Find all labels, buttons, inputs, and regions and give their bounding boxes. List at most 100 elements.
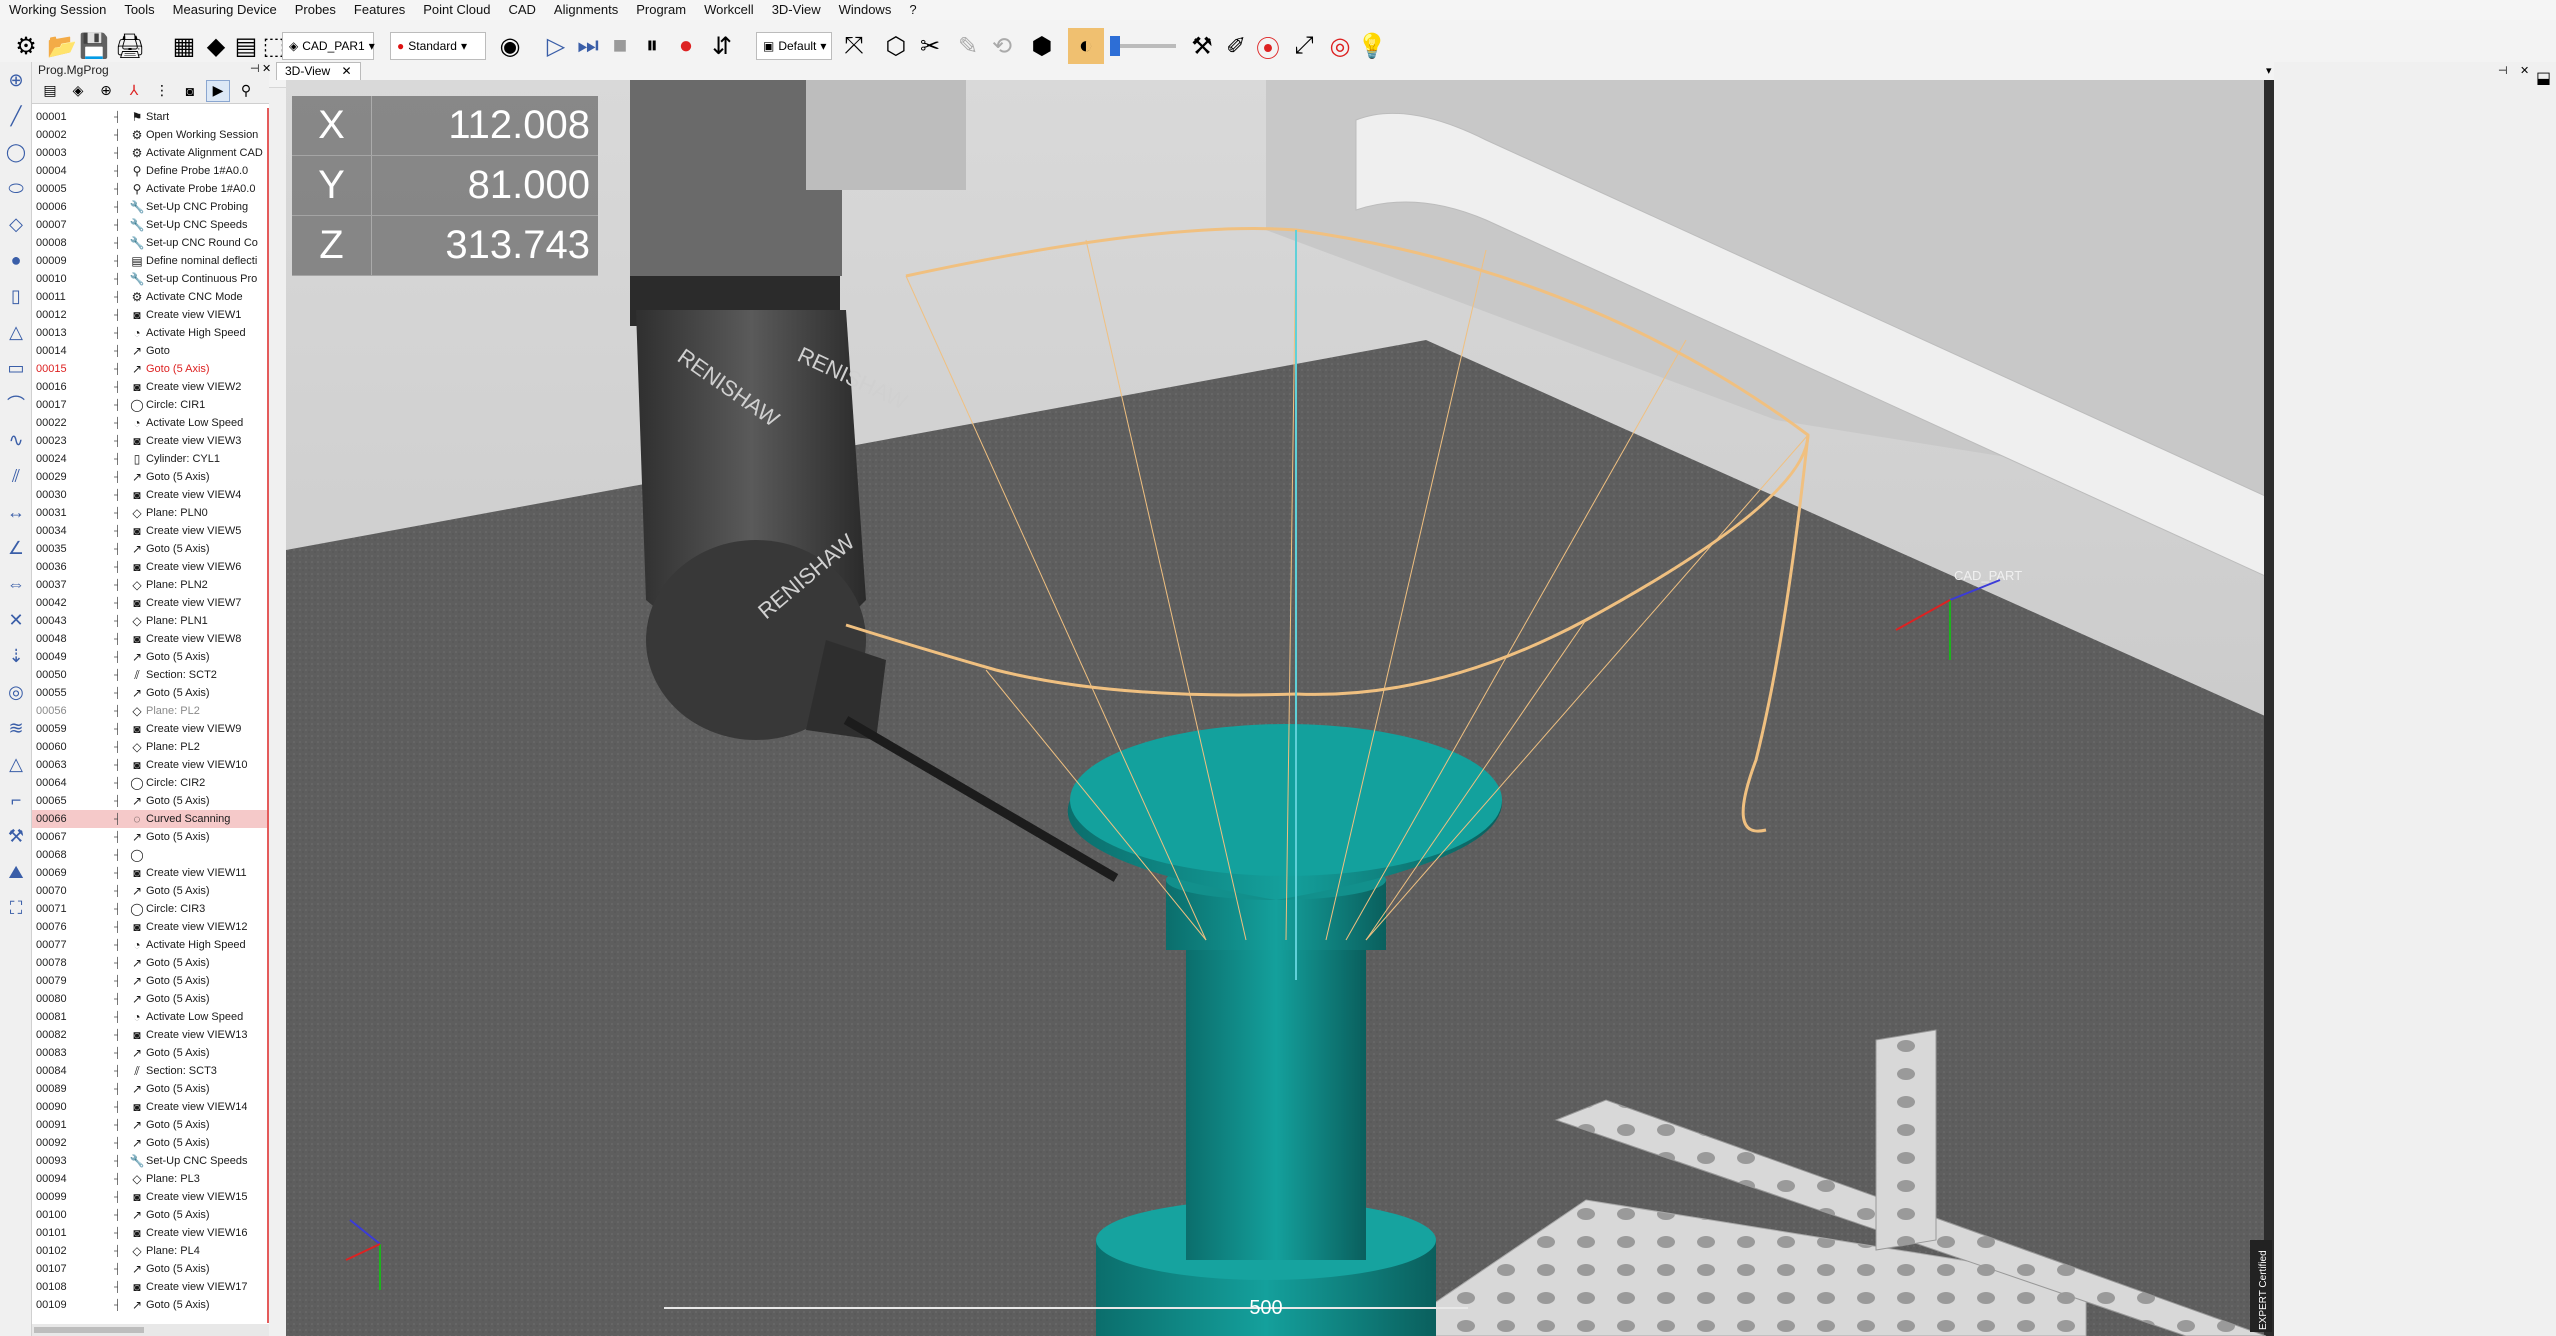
tab-program-icon[interactable]: ▤ <box>38 80 62 102</box>
axes-icon[interactable]: ⤧ <box>836 28 872 64</box>
program-row[interactable]: 00081 ┤ ◔ Activate Low Speed <box>32 1008 267 1026</box>
view-combo[interactable]: ▣ Default ▾ <box>756 32 832 60</box>
program-row[interactable]: 00109 ┤ ↗ Goto (5 Axis) <box>32 1296 267 1314</box>
program-row[interactable]: 00100 ┤ ↗ Goto (5 Axis) <box>32 1206 267 1224</box>
ellipse-icon[interactable]: ⬭ <box>0 170 32 206</box>
tab-cloud-icon[interactable]: ⋮ <box>150 80 174 102</box>
plane-icon[interactable]: ◇ <box>0 206 32 242</box>
program-row[interactable]: 00037 ┤ ◇ Plane: PLN2 <box>32 576 267 594</box>
cad-part-combo[interactable]: ◈ CAD_PAR1 ▾ <box>282 32 375 60</box>
program-row[interactable]: 00001 ┤ ⚑ Start <box>32 108 267 126</box>
surface-icon[interactable]: ⌒ <box>0 386 32 422</box>
torus-icon[interactable]: ◎ <box>0 674 32 710</box>
print-icon[interactable]: 🖨 <box>112 28 148 64</box>
edit-path-icon[interactable]: ✐ <box>1218 28 1254 64</box>
program-row[interactable]: 00077 ┤ ◔ Activate High Speed <box>32 936 267 954</box>
tab-3d-view[interactable]: 3D-View ✕ <box>276 62 361 80</box>
program-row[interactable]: 00080 ┤ ↗ Goto (5 Axis) <box>32 990 267 1008</box>
record-icon[interactable]: ● <box>668 28 704 64</box>
menu-item-6[interactable]: CAD <box>499 0 544 20</box>
section-icon[interactable]: ⫽ <box>0 458 32 494</box>
step-icon[interactable]: ⏭ <box>570 28 606 64</box>
head-icon[interactable]: ◐ <box>1068 28 1104 64</box>
program-row[interactable]: 00102 ┤ ◇ Plane: PL4 <box>32 1242 267 1260</box>
program-row[interactable]: 00091 ┤ ↗ Goto (5 Axis) <box>32 1116 267 1134</box>
program-row[interactable]: 00014 ┤ ↗ Goto <box>32 342 267 360</box>
panel-pin-icon[interactable]: ⊣ <box>250 62 260 75</box>
menu-item-11[interactable]: Windows <box>830 0 901 20</box>
scan-icon[interactable]: ⤢ <box>1286 28 1322 64</box>
program-row[interactable]: 00005 ┤ ⚲ Activate Probe 1#A0.0 <box>32 180 267 198</box>
program-row[interactable]: 00094 ┤ ◇ Plane: PL3 <box>32 1170 267 1188</box>
program-row[interactable]: 00007 ┤ 🔧 Set-Up CNC Speeds <box>32 216 267 234</box>
program-row[interactable]: 00099 ┤ ◙ Create view VIEW15 <box>32 1188 267 1206</box>
program-row[interactable]: 00048 ┤ ◙ Create view VIEW8 <box>32 630 267 648</box>
slot-icon[interactable]: ▭ <box>0 350 32 386</box>
program-row[interactable]: 00060 ┤ ◇ Plane: PL2 <box>32 738 267 756</box>
program-row[interactable]: 00004 ┤ ⚲ Define Probe 1#A0.0 <box>32 162 267 180</box>
projection-icon[interactable]: ⇣ <box>0 638 32 674</box>
collision-icon[interactable]: ⬡ <box>878 28 914 64</box>
program-row[interactable]: 00030 ┤ ◙ Create view VIEW4 <box>32 486 267 504</box>
program-row[interactable]: 00015 ┤ ↗ Goto (5 Axis) <box>32 360 267 378</box>
panel-scroll-thumb[interactable] <box>34 1327 144 1333</box>
point-icon[interactable]: ⊕ <box>0 62 32 98</box>
program-row[interactable]: 00064 ┤ ◯ Circle: CIR2 <box>32 774 267 792</box>
menu-item-5[interactable]: Point Cloud <box>414 0 499 20</box>
scan-tool-icon[interactable]: ⛶ <box>0 890 32 926</box>
program-row[interactable]: 00090 ┤ ◙ Create view VIEW14 <box>32 1098 267 1116</box>
program-row[interactable]: 00066 ┤ ◌ Curved Scanning <box>32 810 267 828</box>
program-row[interactable]: 00017 ┤ ◯ Circle: CIR1 <box>32 396 267 414</box>
program-row[interactable]: 00069 ┤ ◙ Create view VIEW11 <box>32 864 267 882</box>
contour-icon[interactable]: ≋ <box>0 710 32 746</box>
menu-item-9[interactable]: Workcell <box>695 0 763 20</box>
program-row[interactable]: 00059 ┤ ◙ Create view VIEW9 <box>32 720 267 738</box>
program-row[interactable]: 00009 ┤ ▤ Define nominal deflecti <box>32 252 267 270</box>
play-icon[interactable]: ▷ <box>538 28 574 64</box>
cube-icon[interactable]: ⬢ <box>1024 28 1060 64</box>
program-row[interactable]: 00063 ┤ ◙ Create view VIEW10 <box>32 756 267 774</box>
lightbulb-icon[interactable]: 💡 <box>1354 28 1390 64</box>
distance-icon[interactable]: ↔ <box>0 494 32 530</box>
intersection-icon[interactable]: ✕ <box>0 602 32 638</box>
save-icon[interactable]: 💾 <box>76 28 112 64</box>
menu-item-4[interactable]: Features <box>345 0 414 20</box>
program-row[interactable]: 00036 ┤ ◙ Create view VIEW6 <box>32 558 267 576</box>
menu-item-12[interactable]: ? <box>900 0 925 20</box>
program-row[interactable]: 00029 ┤ ↗ Goto (5 Axis) <box>32 468 267 486</box>
signal-icon[interactable]: ⦿ <box>1250 28 1286 64</box>
program-row[interactable]: 00035 ┤ ↗ Goto (5 Axis) <box>32 540 267 558</box>
program-row[interactable]: 00078 ┤ ↗ Goto (5 Axis) <box>32 954 267 972</box>
program-row[interactable]: 00079 ┤ ↗ Goto (5 Axis) <box>32 972 267 990</box>
menu-item-0[interactable]: Working Session <box>0 0 115 20</box>
angle-icon[interactable]: ∠ <box>0 530 32 566</box>
cylinder-icon[interactable]: ▯ <box>0 278 32 314</box>
program-row[interactable]: 00082 ┤ ◙ Create view VIEW13 <box>32 1026 267 1044</box>
program-row[interactable]: 00084 ┤ ⫽ Section: SCT3 <box>32 1062 267 1080</box>
program-row[interactable]: 00024 ┤ ▯ Cylinder: CYL1 <box>32 450 267 468</box>
program-row[interactable]: 00006 ┤ 🔧 Set-Up CNC Probing <box>32 198 267 216</box>
tab-probe-icon[interactable]: ⚲ <box>234 80 258 102</box>
tab-axes-icon[interactable]: ⅄ <box>122 80 146 102</box>
stop-icon[interactable]: ■ <box>602 28 638 64</box>
program-row[interactable]: 00092 ┤ ↗ Goto (5 Axis) <box>32 1134 267 1152</box>
menu-item-1[interactable]: Tools <box>115 0 163 20</box>
program-row[interactable]: 00023 ┤ ◙ Create view VIEW3 <box>32 432 267 450</box>
program-row[interactable]: 00070 ┤ ↗ Goto (5 Axis) <box>32 882 267 900</box>
simulate-icon[interactable]: ◉ <box>492 28 528 64</box>
triangle-icon[interactable]: △ <box>0 746 32 782</box>
program-row[interactable]: 00022 ┤ ◔ Activate Low Speed <box>32 414 267 432</box>
program-row[interactable]: 00071 ┤ ◯ Circle: CIR3 <box>32 900 267 918</box>
sphere-icon[interactable]: ● <box>0 242 32 278</box>
report-icon[interactable]: ▦ <box>166 28 202 64</box>
tab-alignment-icon[interactable]: ⊕ <box>94 80 118 102</box>
menu-item-3[interactable]: Probes <box>286 0 345 20</box>
program-row[interactable]: 00067 ┤ ↗ Goto (5 Axis) <box>32 828 267 846</box>
program-row[interactable]: 00003 ┤ ⚙ Activate Alignment CAD <box>32 144 267 162</box>
mode-combo[interactable]: ● Standard ▾ <box>390 32 486 60</box>
program-row[interactable]: 00065 ┤ ↗ Goto (5 Axis) <box>32 792 267 810</box>
menu-item-10[interactable]: 3D-View <box>763 0 830 20</box>
measure-icon[interactable]: ⚒ <box>1184 28 1220 64</box>
probe-tools-icon[interactable]: ✂ <box>912 28 948 64</box>
program-row[interactable]: 00089 ┤ ↗ Goto (5 Axis) <box>32 1080 267 1098</box>
